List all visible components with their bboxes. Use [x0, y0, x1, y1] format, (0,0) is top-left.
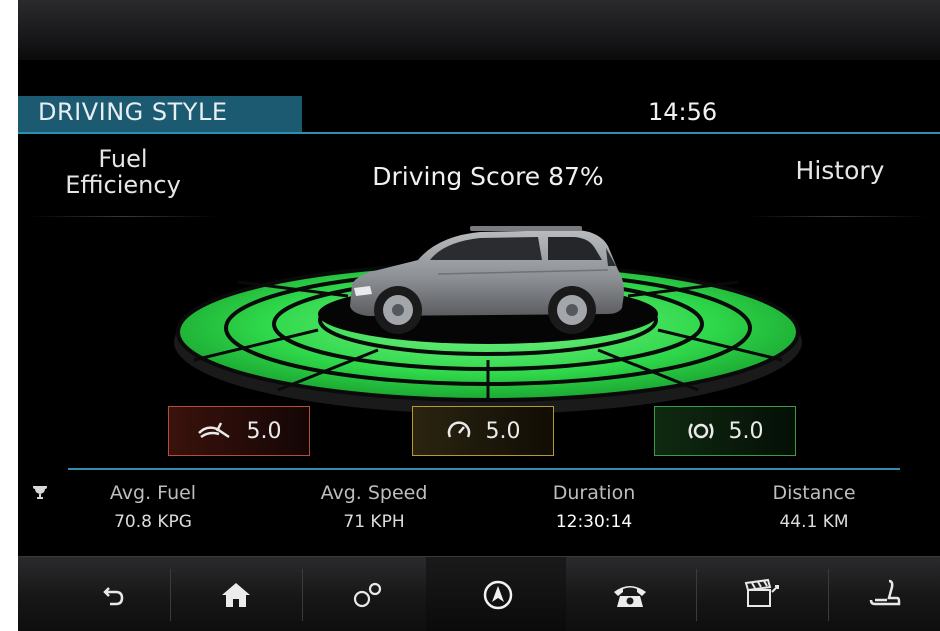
stat-avg-fuel-label: Avg. Fuel — [109, 482, 197, 504]
seat-icon — [869, 579, 901, 605]
braking-icon — [197, 422, 230, 439]
stat-distance-label: Distance — [772, 482, 856, 504]
steering-score: 5.0 — [654, 406, 796, 456]
speedometer-icon — [447, 421, 470, 438]
tab-history[interactable]: History — [770, 156, 910, 185]
screen: DRIVING STYLE 14:56 Fuel Efficiency Driv… — [18, 60, 940, 631]
stat-duration-label: Duration — [552, 482, 636, 504]
back-icon — [103, 586, 124, 605]
stats-divider — [68, 468, 900, 470]
nav-home-button[interactable] — [170, 557, 302, 631]
tab-fuel-efficiency-line1: Fuel — [98, 145, 148, 173]
display-bezel: DRIVING STYLE 14:56 Fuel Efficiency Driv… — [18, 0, 940, 631]
driving-score: Driving Score 87% — [372, 162, 604, 191]
header-divider — [18, 132, 940, 134]
speed-score-value: 5.0 — [485, 418, 521, 444]
trophy-icon[interactable] — [32, 484, 48, 504]
navigation-icon — [483, 580, 513, 609]
settings-icon — [353, 582, 382, 607]
clock: 14:56 — [648, 98, 718, 126]
stat-avg-speed-label: Avg. Speed — [320, 482, 428, 504]
stat-distance-value: 44.1 KM — [779, 512, 849, 532]
phone-icon — [614, 585, 646, 607]
nav-phone-button[interactable] — [564, 557, 696, 631]
bezel-top — [18, 0, 940, 60]
nav-settings-button[interactable] — [302, 557, 434, 631]
nav-seat-button[interactable] — [828, 557, 940, 631]
stat-avg-fuel: Avg. Fuel 70.8 KPG — [63, 482, 243, 532]
stat-avg-speed: Avg. Speed 71 KPH — [284, 482, 464, 532]
speed-score: 5.0 — [412, 406, 554, 456]
stat-duration: Duration 12:30:14 — [504, 482, 684, 532]
nav-media-button[interactable] — [696, 557, 828, 631]
tab-fuel-efficiency[interactable]: Fuel Efficiency — [48, 146, 198, 198]
bottom-nav — [18, 556, 940, 631]
stat-avg-fuel-value: 70.8 KPG — [114, 512, 192, 532]
braking-score-value: 5.0 — [246, 418, 282, 444]
stat-duration-value: 12:30:14 — [555, 512, 633, 532]
steering-icon — [688, 423, 713, 439]
stat-avg-speed-value: 71 KPH — [343, 512, 405, 532]
steering-score-value: 5.0 — [728, 418, 764, 444]
media-icon — [744, 578, 779, 607]
nav-navigation-button[interactable] — [432, 557, 564, 631]
home-icon — [222, 582, 250, 607]
tab-fuel-efficiency-line2: Efficiency — [65, 171, 181, 199]
stat-distance: Distance 44.1 KM — [724, 482, 904, 532]
page-title: DRIVING STYLE — [38, 98, 228, 126]
nav-back-button[interactable] — [48, 557, 180, 631]
braking-score: 5.0 — [168, 406, 310, 456]
